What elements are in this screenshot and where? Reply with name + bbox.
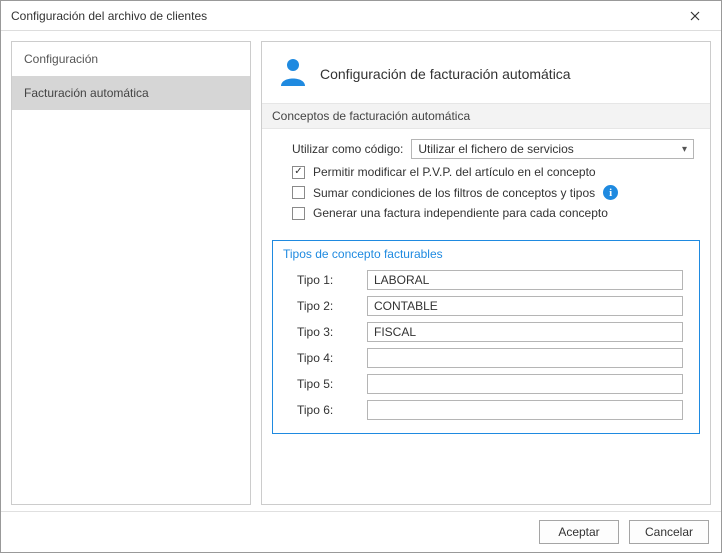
- type-label: Tipo 4:: [297, 351, 357, 365]
- type-input-2[interactable]: [367, 296, 683, 316]
- user-icon: [278, 56, 308, 91]
- checkbox-permitir-pvp[interactable]: ✓: [292, 166, 305, 179]
- type-label: Tipo 1:: [297, 273, 357, 287]
- sidebar-item-configuracion[interactable]: Configuración: [12, 42, 250, 76]
- checkbox-label[interactable]: Generar una factura independiente para c…: [313, 206, 608, 220]
- check-sumar-condiciones-row: Sumar condiciones de los filtros de conc…: [292, 185, 694, 200]
- type-row-3: Tipo 3:: [273, 319, 699, 345]
- checkbox-label[interactable]: Permitir modificar el P.V.P. del artícul…: [313, 165, 596, 179]
- section-header-conceptos: Conceptos de facturación automática: [262, 103, 710, 129]
- type-input-6[interactable]: [367, 400, 683, 420]
- type-row-4: Tipo 4:: [273, 345, 699, 371]
- info-icon[interactable]: i: [603, 185, 618, 200]
- checkbox-label[interactable]: Sumar condiciones de los filtros de conc…: [313, 186, 595, 200]
- type-input-4[interactable]: [367, 348, 683, 368]
- sidebar-item-label: Configuración: [24, 52, 98, 66]
- type-row-5: Tipo 5:: [273, 371, 699, 397]
- type-label: Tipo 3:: [297, 325, 357, 339]
- chevron-down-icon: ▾: [682, 144, 687, 155]
- use-as-code-select[interactable]: Utilizar el fichero de servicios ▾: [411, 139, 694, 159]
- type-label: Tipo 5:: [297, 377, 357, 391]
- main-panel: Configuración de facturación automática …: [261, 41, 711, 505]
- types-box-title: Tipos de concepto facturables: [273, 241, 699, 267]
- check-factura-independiente-row: Generar una factura independiente para c…: [292, 206, 694, 220]
- use-as-code-label: Utilizar como código:: [292, 142, 403, 156]
- use-as-code-row: Utilizar como código: Utilizar el ficher…: [292, 139, 694, 159]
- type-label: Tipo 6:: [297, 403, 357, 417]
- check-permitir-pvp-row: ✓ Permitir modificar el P.V.P. del artíc…: [292, 165, 694, 179]
- window-title: Configuración del archivo de clientes: [11, 9, 677, 23]
- type-row-1: Tipo 1:: [273, 267, 699, 293]
- types-box: Tipos de concepto facturables Tipo 1: Ti…: [272, 240, 700, 434]
- sidebar: Configuración Facturación automática: [11, 41, 251, 505]
- sidebar-item-facturacion-automatica[interactable]: Facturación automática: [12, 76, 250, 110]
- sidebar-item-label: Facturación automática: [24, 86, 149, 100]
- checkbox-sumar-condiciones[interactable]: [292, 186, 305, 199]
- type-input-1[interactable]: [367, 270, 683, 290]
- hero-row: Configuración de facturación automática: [262, 42, 710, 103]
- content-area: Configuración Facturación automática Con…: [1, 31, 721, 511]
- type-row-2: Tipo 2:: [273, 293, 699, 319]
- titlebar: Configuración del archivo de clientes: [1, 1, 721, 31]
- close-icon[interactable]: [677, 2, 713, 30]
- type-input-3[interactable]: [367, 322, 683, 342]
- cancel-button[interactable]: Cancelar: [629, 520, 709, 544]
- checkbox-factura-independiente[interactable]: [292, 207, 305, 220]
- section-body-conceptos: Utilizar como código: Utilizar el ficher…: [262, 129, 710, 238]
- page-title: Configuración de facturación automática: [320, 66, 571, 82]
- select-value: Utilizar el fichero de servicios: [418, 142, 573, 156]
- type-input-5[interactable]: [367, 374, 683, 394]
- type-label: Tipo 2:: [297, 299, 357, 313]
- dialog-footer: Aceptar Cancelar: [1, 511, 721, 552]
- accept-button[interactable]: Aceptar: [539, 520, 619, 544]
- type-row-6: Tipo 6:: [273, 397, 699, 423]
